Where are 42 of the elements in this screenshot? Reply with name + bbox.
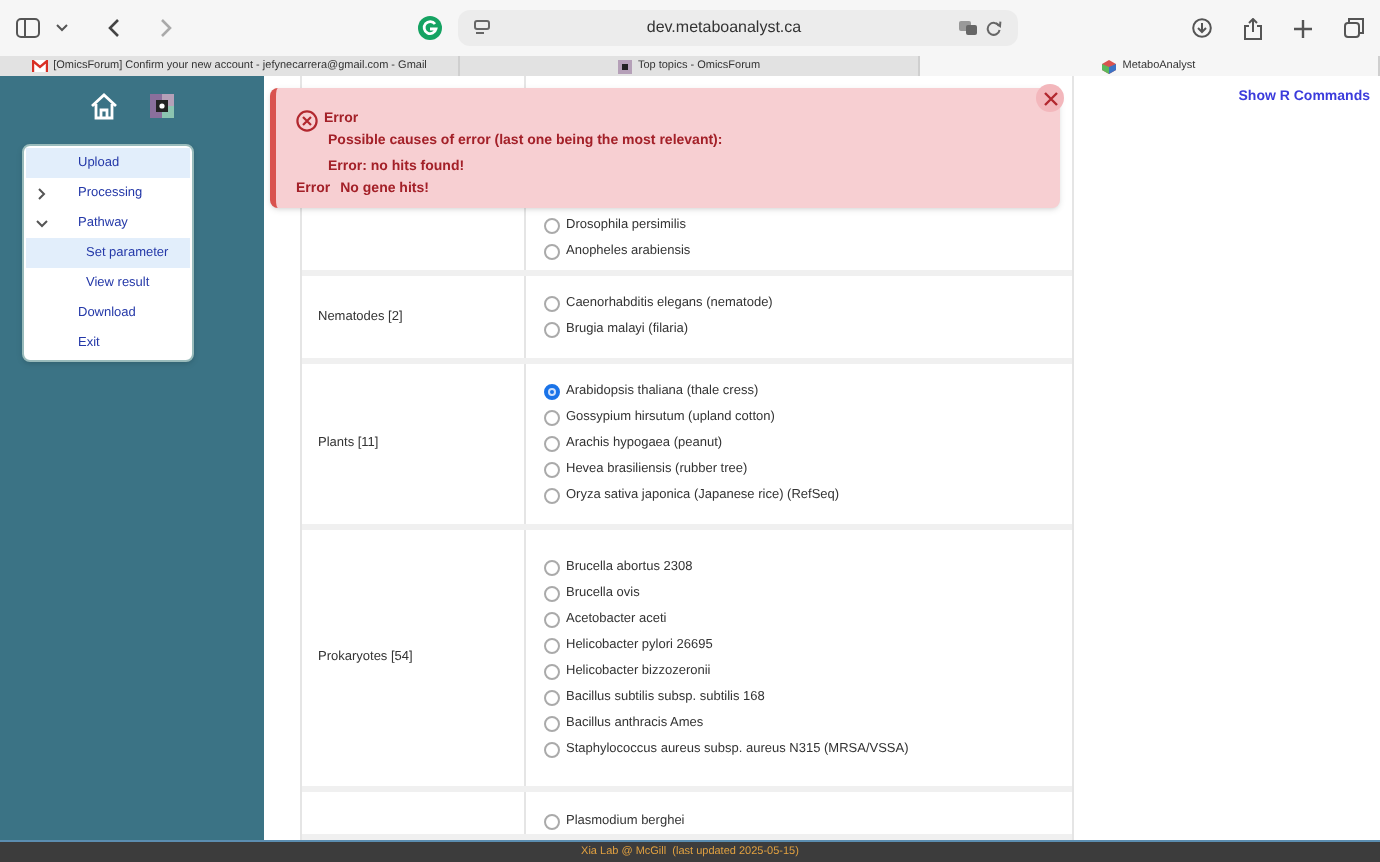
forward-icon[interactable]	[160, 18, 172, 38]
reload-icon[interactable]	[986, 20, 1002, 36]
radio-button[interactable]	[544, 296, 560, 312]
app-logo-icon[interactable]	[150, 94, 174, 118]
back-icon[interactable]	[108, 18, 120, 38]
radio-button[interactable]	[544, 488, 560, 504]
radio-button[interactable]	[544, 410, 560, 426]
url-text: dev.metaboanalyst.ca	[644, 16, 804, 40]
radio-button[interactable]	[544, 689, 560, 705]
radio-button[interactable]	[544, 715, 560, 731]
new-tab-icon[interactable]	[1294, 19, 1312, 37]
radio-button[interactable]	[544, 559, 560, 575]
address-field[interactable]: dev.metaboanalyst.ca	[458, 10, 1018, 46]
translate-icon[interactable]	[958, 20, 978, 36]
sidebar-toggle-icon[interactable]	[16, 18, 40, 38]
mail-icon	[31, 60, 48, 72]
radio-button[interactable]	[544, 585, 560, 601]
radio-button[interactable]	[544, 243, 560, 259]
radio-button[interactable]	[544, 813, 560, 829]
chevron-down-icon	[36, 219, 48, 227]
close-icon	[1043, 91, 1057, 105]
extension-icon[interactable]	[418, 16, 442, 40]
error-icon	[296, 110, 318, 132]
app-logo-icon	[1102, 59, 1117, 73]
home-icon[interactable]	[90, 92, 118, 120]
chevron-right-icon	[38, 187, 46, 199]
radio-button[interactable]	[544, 462, 560, 478]
radio-button[interactable]	[544, 663, 560, 679]
radio-button[interactable]	[544, 217, 560, 233]
close-button[interactable]	[1036, 84, 1064, 112]
download-icon[interactable]	[1192, 18, 1212, 38]
radio-button[interactable]	[544, 322, 560, 338]
forum-logo-icon	[617, 59, 632, 73]
page-icon	[474, 20, 490, 36]
radio-button[interactable]	[544, 436, 560, 452]
tab-overview-icon[interactable]	[1344, 18, 1364, 38]
share-icon[interactable]	[1244, 17, 1262, 39]
radio-button[interactable]	[544, 384, 560, 400]
radio-button[interactable]	[544, 741, 560, 757]
radio-button[interactable]	[544, 637, 560, 653]
chevron-down-icon[interactable]	[56, 24, 68, 32]
radio-button[interactable]	[544, 611, 560, 627]
